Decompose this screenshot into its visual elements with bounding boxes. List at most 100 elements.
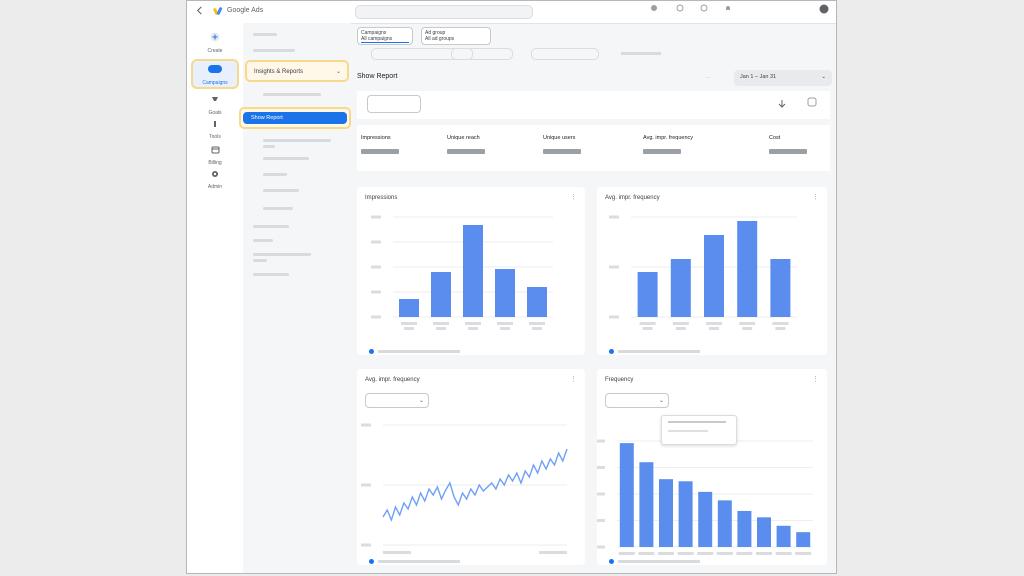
chart-bar (639, 462, 654, 547)
more-icon[interactable]: ⋮ (570, 193, 577, 201)
x-tick-label (706, 322, 722, 325)
download-icon[interactable] (777, 99, 787, 111)
rail-item-tools[interactable]: Tools (195, 115, 235, 141)
nav-placeholder (253, 253, 311, 256)
rail-item-create[interactable]: Create (195, 29, 235, 55)
refresh-icon[interactable] (673, 4, 687, 20)
campaign-filter-value: All campaigns (361, 36, 409, 43)
nav-insights-reports[interactable]: Insights & Reports ⌄ (245, 60, 349, 82)
x-tick-label (739, 322, 756, 325)
x-tick-label (795, 552, 812, 555)
rail-item-campaigns[interactable]: Campaigns (191, 59, 239, 89)
report-toolbar (357, 91, 830, 119)
x-tick-label (675, 327, 686, 330)
nav-placeholder (263, 157, 309, 160)
main-content: Campaigns All campaigns Ad group All ad … (351, 23, 836, 573)
more-icon[interactable]: ⋮ (570, 375, 577, 383)
nav-placeholder (263, 93, 321, 96)
y-tick-label (371, 265, 381, 269)
chart-bar (698, 491, 713, 547)
chart-bar (670, 259, 691, 317)
date-range-picker[interactable]: Jan 1 – Jan 31 ⌄ (734, 70, 832, 86)
y-tick-label (361, 483, 371, 487)
rail-item-billing[interactable]: Billing (195, 141, 235, 167)
x-tick-label (742, 327, 753, 330)
chart-legend (369, 553, 460, 565)
app-title: Google Ads (227, 7, 264, 14)
more-icon[interactable]: ⋮ (812, 193, 819, 201)
tools-icon (214, 121, 216, 127)
y-tick-label (609, 215, 619, 219)
metric-label: Cost (769, 135, 781, 141)
chart-legend (609, 343, 700, 355)
chart-bar (527, 287, 547, 317)
chart-legend (369, 343, 460, 355)
card-title: Frequency (605, 377, 634, 383)
google-ads-logo (213, 7, 223, 15)
metric-value (447, 149, 485, 154)
chart-bar (776, 525, 791, 547)
nav-placeholder (253, 49, 295, 52)
help-icon[interactable] (697, 4, 711, 20)
nav-placeholder (253, 273, 289, 276)
chart-bar (770, 259, 791, 317)
chart-bar (737, 510, 752, 547)
adgroup-filter-value: All ad groups (425, 36, 455, 42)
more-icon[interactable]: ⋮ (812, 375, 819, 383)
segment-select[interactable] (367, 95, 421, 113)
chart-bar (704, 235, 724, 317)
metric-avg-frequency[interactable]: Avg. impr. frequency (643, 135, 693, 154)
metric-label: Unique reach (447, 135, 480, 141)
card-title: Avg. impr. frequency (605, 195, 660, 201)
card-impressions: Impressions ⋮ (357, 187, 585, 355)
chart-bar (431, 272, 451, 317)
campaign-filter[interactable]: Campaigns All campaigns (357, 27, 413, 45)
gear-icon (212, 171, 218, 177)
filter-pill[interactable] (531, 48, 599, 60)
rail-label: Campaigns (202, 80, 228, 86)
impressions-chart (371, 215, 553, 330)
chart-bar (463, 225, 483, 317)
rail-item-goals[interactable]: Goals (195, 91, 235, 117)
search-input[interactable] (355, 5, 533, 19)
rail-label: Create (207, 48, 223, 54)
metric-impressions[interactable]: Impressions (361, 135, 399, 154)
x-tick-label (756, 552, 772, 555)
metric-value (361, 149, 399, 154)
x-tick-label (709, 327, 719, 330)
metric-label: Impressions (361, 135, 391, 141)
nav-show-report[interactable]: Show Report (239, 107, 351, 129)
filter-pill[interactable] (451, 48, 513, 60)
chart-bar (757, 517, 771, 547)
y-tick-label (371, 215, 381, 219)
trophy-icon (212, 97, 218, 101)
chart-bar (619, 443, 634, 547)
metric-dropdown[interactable]: ⌄ (605, 393, 669, 408)
notifications-icon[interactable] (721, 4, 735, 20)
y-tick-label (609, 265, 619, 269)
y-tick-label (371, 290, 381, 294)
adgroup-filter[interactable]: Ad group All ad groups (421, 27, 491, 45)
back-arrow-icon[interactable] (195, 6, 204, 15)
avatar[interactable] (817, 4, 831, 20)
nav-placeholder (253, 239, 273, 242)
y-tick-label (371, 315, 381, 319)
y-tick-label (609, 315, 619, 319)
rail-item-admin[interactable]: Admin (195, 165, 235, 191)
expand-icon[interactable] (807, 97, 817, 107)
metric-dropdown[interactable]: ⌄ (365, 393, 429, 408)
x-tick-label (500, 327, 510, 330)
metric-unique-users[interactable]: Unique users (543, 135, 581, 154)
chart-bar (659, 479, 673, 547)
chart-bar (399, 299, 419, 317)
y-tick-label (597, 492, 605, 496)
metric-cost[interactable]: Cost (769, 135, 807, 154)
metric-unique-reach[interactable]: Unique reach (447, 135, 485, 154)
chart-bar (678, 481, 693, 547)
page-title: Show Report (357, 73, 398, 80)
nav-placeholder (253, 225, 289, 228)
campaigns-icon (208, 65, 222, 73)
x-tick-label (639, 322, 656, 325)
y-tick-label (371, 240, 381, 244)
appearance-icon[interactable] (647, 4, 661, 20)
